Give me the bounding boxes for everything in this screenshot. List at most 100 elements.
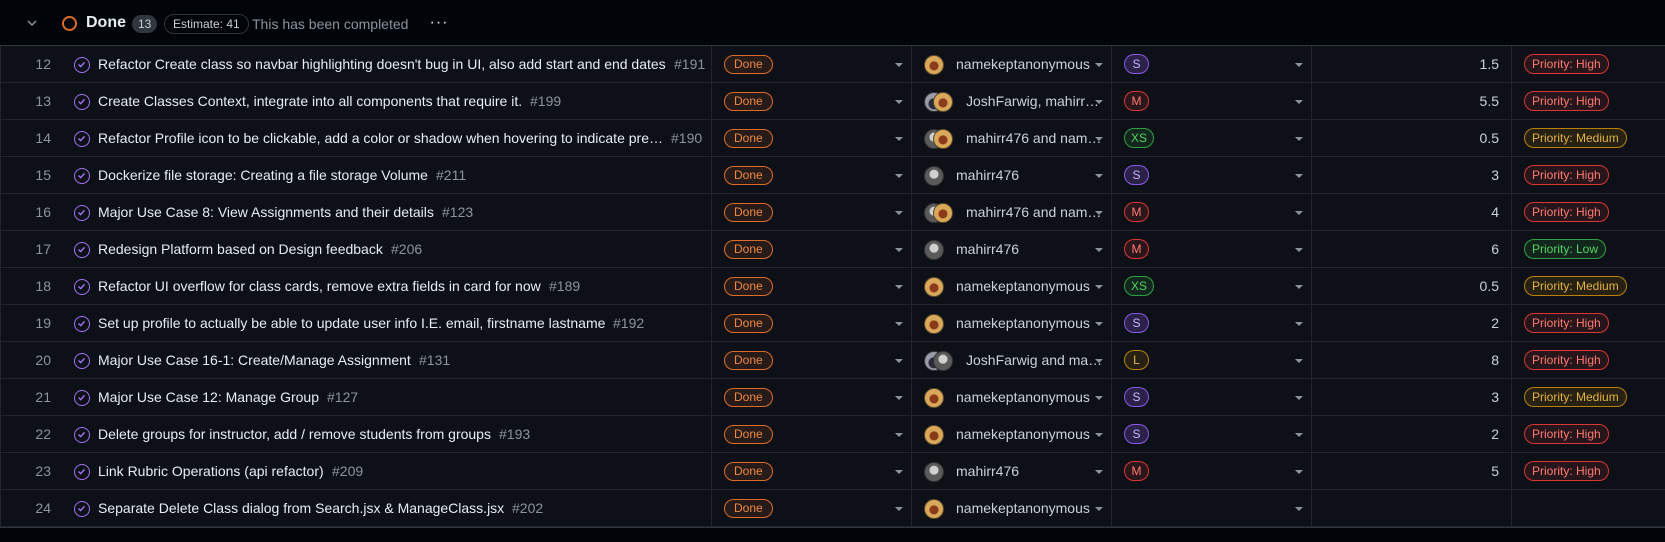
size-dropdown-icon[interactable]: [1295, 174, 1303, 178]
table-row[interactable]: 12 Refactor Create class so navbar highl…: [0, 46, 1665, 83]
assignee-dropdown-icon[interactable]: [1095, 359, 1103, 363]
table-row[interactable]: 17 Redesign Platform based on Design fee…: [0, 231, 1665, 268]
priority-cell[interactable]: Priority: High: [1512, 453, 1665, 490]
size-cell[interactable]: M: [1112, 83, 1312, 120]
status-cell[interactable]: Done: [712, 453, 912, 490]
status-dropdown-icon[interactable]: [895, 396, 903, 400]
title-cell[interactable]: Major Use Case 8: View Assignments and t…: [64, 194, 712, 231]
size-dropdown-icon[interactable]: [1295, 359, 1303, 363]
priority-cell[interactable]: Priority: Medium: [1512, 268, 1665, 305]
size-dropdown-icon[interactable]: [1295, 285, 1303, 289]
table-row[interactable]: 18 Refactor UI overflow for class cards,…: [0, 268, 1665, 305]
size-cell[interactable]: M: [1112, 194, 1312, 231]
title-cell[interactable]: Refactor UI overflow for class cards, re…: [64, 268, 712, 305]
estimate-cell[interactable]: 8: [1312, 342, 1512, 379]
issue-title-link[interactable]: Refactor Create class so navbar highligh…: [98, 56, 666, 72]
table-row[interactable]: 20 Major Use Case 16-1: Create/Manage As…: [0, 342, 1665, 379]
table-row[interactable]: 19 Set up profile to actually be able to…: [0, 305, 1665, 342]
title-cell[interactable]: Refactor Profile icon to be clickable, a…: [64, 120, 712, 157]
size-cell[interactable]: M: [1112, 231, 1312, 268]
assignees-cell[interactable]: mahirr476 and nam…: [912, 194, 1112, 231]
title-cell[interactable]: Delete groups for instructor, add / remo…: [64, 416, 712, 453]
priority-cell[interactable]: Priority: High: [1512, 46, 1665, 83]
table-row[interactable]: 22 Delete groups for instructor, add / r…: [0, 416, 1665, 453]
size-dropdown-icon[interactable]: [1295, 433, 1303, 437]
status-cell[interactable]: Done: [712, 268, 912, 305]
status-cell[interactable]: Done: [712, 416, 912, 453]
assignees-cell[interactable]: JoshFarwig and ma…: [912, 342, 1112, 379]
estimate-cell[interactable]: [1312, 490, 1512, 527]
status-dropdown-icon[interactable]: [895, 285, 903, 289]
status-dropdown-icon[interactable]: [895, 211, 903, 215]
status-cell[interactable]: Done: [712, 490, 912, 527]
title-cell[interactable]: Refactor Create class so navbar highligh…: [64, 46, 712, 83]
assignee-dropdown-icon[interactable]: [1095, 396, 1103, 400]
assignee-dropdown-icon[interactable]: [1095, 507, 1103, 511]
status-cell[interactable]: Done: [712, 194, 912, 231]
size-cell[interactable]: S: [1112, 46, 1312, 83]
table-row[interactable]: 15 Dockerize file storage: Creating a fi…: [0, 157, 1665, 194]
estimate-cell[interactable]: 2: [1312, 305, 1512, 342]
title-cell[interactable]: Link Rubric Operations (api refactor) #2…: [64, 453, 712, 490]
size-dropdown-icon[interactable]: [1295, 507, 1303, 511]
size-dropdown-icon[interactable]: [1295, 100, 1303, 104]
issue-title-link[interactable]: Delete groups for instructor, add / remo…: [98, 426, 491, 442]
table-row[interactable]: 24 Separate Delete Class dialog from Sea…: [0, 490, 1665, 527]
size-cell[interactable]: L: [1112, 342, 1312, 379]
issue-title-link[interactable]: Major Use Case 12: Manage Group: [98, 389, 319, 405]
size-dropdown-icon[interactable]: [1295, 322, 1303, 326]
assignee-dropdown-icon[interactable]: [1095, 433, 1103, 437]
priority-cell[interactable]: Priority: Low: [1512, 231, 1665, 268]
assignees-cell[interactable]: JoshFarwig, mahirr…: [912, 83, 1112, 120]
assignees-cell[interactable]: mahirr476: [912, 231, 1112, 268]
title-cell[interactable]: Dockerize file storage: Creating a file …: [64, 157, 712, 194]
issue-title-link[interactable]: Separate Delete Class dialog from Search…: [98, 500, 504, 516]
priority-cell[interactable]: Priority: Medium: [1512, 379, 1665, 416]
issue-title-link[interactable]: Set up profile to actually be able to up…: [98, 315, 605, 331]
status-dropdown-icon[interactable]: [895, 174, 903, 178]
title-cell[interactable]: Set up profile to actually be able to up…: [64, 305, 712, 342]
priority-cell[interactable]: Priority: Medium: [1512, 120, 1665, 157]
status-dropdown-icon[interactable]: [895, 470, 903, 474]
size-cell[interactable]: S: [1112, 416, 1312, 453]
status-cell[interactable]: Done: [712, 305, 912, 342]
assignee-dropdown-icon[interactable]: [1095, 63, 1103, 67]
more-options-button[interactable]: ···: [428, 12, 450, 34]
size-cell[interactable]: S: [1112, 305, 1312, 342]
estimate-cell[interactable]: 0.5: [1312, 268, 1512, 305]
assignee-dropdown-icon[interactable]: [1095, 211, 1103, 215]
issue-title-link[interactable]: Redesign Platform based on Design feedba…: [98, 241, 383, 257]
title-cell[interactable]: Separate Delete Class dialog from Search…: [64, 490, 712, 527]
priority-cell[interactable]: Priority: High: [1512, 342, 1665, 379]
status-dropdown-icon[interactable]: [895, 248, 903, 252]
size-dropdown-icon[interactable]: [1295, 470, 1303, 474]
size-cell[interactable]: XS: [1112, 120, 1312, 157]
size-cell[interactable]: [1112, 490, 1312, 527]
collapse-group-button[interactable]: [22, 13, 42, 33]
status-dropdown-icon[interactable]: [895, 507, 903, 511]
status-cell[interactable]: Done: [712, 83, 912, 120]
status-cell[interactable]: Done: [712, 46, 912, 83]
size-dropdown-icon[interactable]: [1295, 63, 1303, 67]
priority-cell[interactable]: Priority: High: [1512, 305, 1665, 342]
title-cell[interactable]: Create Classes Context, integrate into a…: [64, 83, 712, 120]
size-cell[interactable]: S: [1112, 379, 1312, 416]
estimate-cell[interactable]: 0.5: [1312, 120, 1512, 157]
issue-title-link[interactable]: Dockerize file storage: Creating a file …: [98, 167, 428, 183]
size-dropdown-icon[interactable]: [1295, 248, 1303, 252]
size-dropdown-icon[interactable]: [1295, 137, 1303, 141]
assignee-dropdown-icon[interactable]: [1095, 470, 1103, 474]
estimate-cell[interactable]: 6: [1312, 231, 1512, 268]
size-cell[interactable]: XS: [1112, 268, 1312, 305]
title-cell[interactable]: Major Use Case 12: Manage Group #127: [64, 379, 712, 416]
status-cell[interactable]: Done: [712, 379, 912, 416]
title-cell[interactable]: Redesign Platform based on Design feedba…: [64, 231, 712, 268]
priority-cell[interactable]: Priority: High: [1512, 194, 1665, 231]
priority-cell[interactable]: Priority: High: [1512, 416, 1665, 453]
issue-title-link[interactable]: Link Rubric Operations (api refactor): [98, 463, 324, 479]
priority-cell[interactable]: Priority: High: [1512, 157, 1665, 194]
size-cell[interactable]: M: [1112, 453, 1312, 490]
status-cell[interactable]: Done: [712, 342, 912, 379]
status-dropdown-icon[interactable]: [895, 433, 903, 437]
status-dropdown-icon[interactable]: [895, 137, 903, 141]
